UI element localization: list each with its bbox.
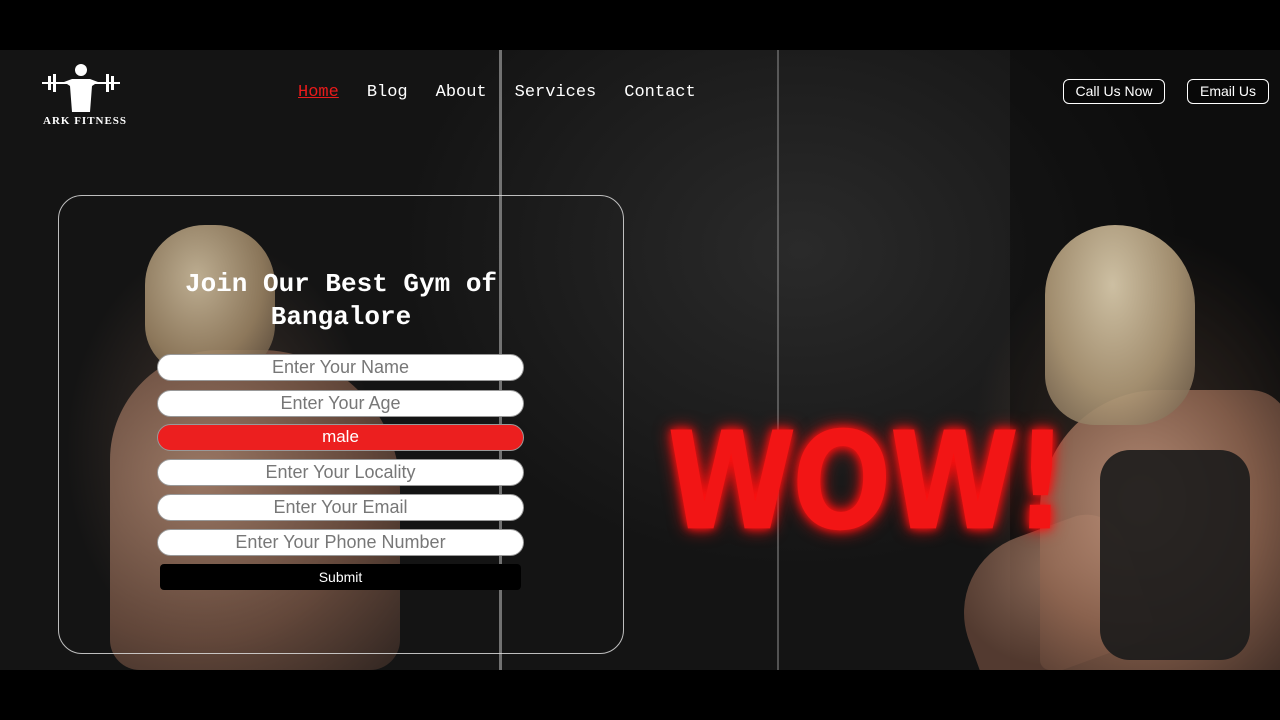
locality-input[interactable] xyxy=(157,459,524,486)
age-input[interactable] xyxy=(157,390,524,417)
email-input[interactable] xyxy=(157,494,524,521)
phone-input[interactable] xyxy=(157,529,524,556)
brand-logo[interactable]: ARK FITNESS xyxy=(40,60,150,130)
nav-blog[interactable]: Blog xyxy=(367,82,408,104)
nav-contact[interactable]: Contact xyxy=(624,82,695,104)
name-input[interactable] xyxy=(157,354,524,381)
brand-name: ARK FITNESS xyxy=(43,115,128,127)
wow-graphic: WOW! xyxy=(662,401,1067,561)
call-us-button[interactable]: Call Us Now xyxy=(1063,79,1165,104)
submit-button[interactable]: Submit xyxy=(160,564,521,590)
main-nav: Home Blog About Services Contact xyxy=(298,82,724,104)
nav-home[interactable]: Home xyxy=(298,82,339,104)
nav-services[interactable]: Services xyxy=(515,82,597,104)
weightlifter-icon xyxy=(42,64,120,112)
background-figure-right-head xyxy=(1045,225,1195,425)
gender-select[interactable]: male xyxy=(157,424,524,451)
form-title: Join Our Best Gym of Bangalore xyxy=(184,269,498,332)
nav-about[interactable]: About xyxy=(436,82,487,104)
background-figure-right-top xyxy=(1100,450,1250,660)
email-us-button[interactable]: Email Us xyxy=(1187,79,1269,104)
